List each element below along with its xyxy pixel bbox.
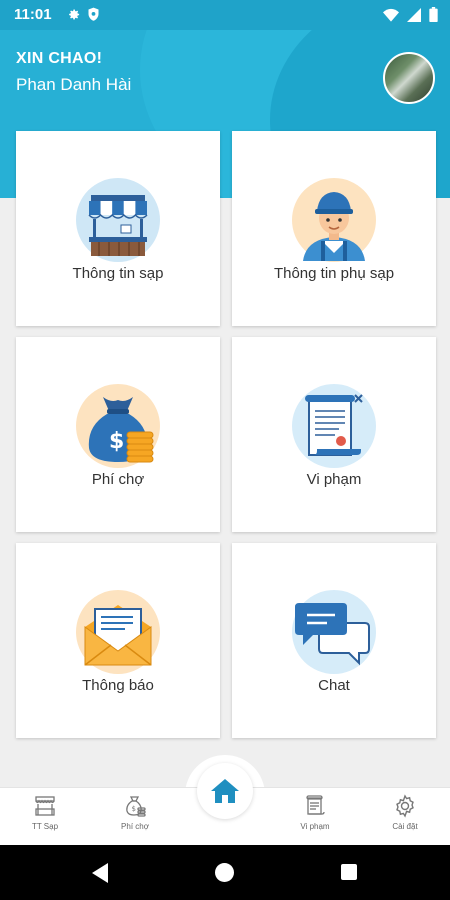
nav-label: Phí chợ	[121, 822, 149, 831]
document-icon	[306, 795, 325, 815]
home-button[interactable]	[197, 763, 253, 819]
nav-label: Vi phạm	[300, 822, 330, 831]
money-bag-icon: $	[76, 384, 160, 468]
menu-card-label: Thông báo	[82, 677, 154, 694]
menu-card-assistant-info[interactable]: Thông tin phụ sạp	[232, 131, 436, 326]
nav-label: TT Sạp	[31, 822, 59, 831]
system-navigation-bar	[0, 845, 450, 900]
back-icon[interactable]	[92, 863, 110, 883]
nav-item-settings[interactable]: Cài đặt	[370, 794, 440, 831]
nav-item-stall[interactable]: TT Sạp	[10, 794, 80, 831]
battery-icon	[429, 7, 438, 22]
greeting-text: XIN CHAO!	[16, 50, 103, 67]
menu-card-label: Vi phạm	[306, 471, 362, 488]
stall-icon	[35, 796, 55, 816]
menu-card-label: Phí chợ	[91, 471, 145, 488]
svg-text:$: $	[109, 429, 124, 454]
menu-card-chat[interactable]: Chat	[232, 543, 436, 738]
settings-status-icon	[69, 9, 80, 20]
status-bar: 11:01	[0, 0, 450, 30]
home-icon	[211, 779, 239, 803]
wifi-icon	[383, 8, 399, 22]
nav-label: Cài đặt	[392, 822, 418, 831]
avatar[interactable]	[383, 52, 435, 104]
assistant-person-icon	[292, 178, 376, 262]
status-time: 11:01	[14, 6, 52, 23]
mail-envelope-icon	[76, 590, 160, 674]
nav-item-market-fee[interactable]: $ Phí chợ	[100, 794, 170, 831]
user-name: Phan Danh Hài	[16, 75, 132, 94]
menu-card-violation[interactable]: Vi phạm	[232, 337, 436, 532]
market-stall-icon	[76, 178, 160, 262]
cell-signal-icon	[407, 7, 421, 22]
violation-scroll-icon	[292, 384, 376, 468]
menu-card-label: Thông tin sạp	[72, 265, 164, 282]
svg-text:$: $	[132, 805, 136, 813]
menu-card-label: Chat	[318, 677, 350, 694]
nav-item-violation[interactable]: Vi phạm	[280, 794, 350, 831]
menu-card-market-fee[interactable]: $ Phí chợ	[16, 337, 220, 532]
menu-card-stall-info[interactable]: Thông tin sạp	[16, 131, 220, 326]
money-bag-icon: $	[126, 796, 146, 817]
menu-card-label: Thông tin phụ sạp	[273, 265, 395, 282]
recent-apps-button[interactable]	[341, 864, 357, 880]
gear-icon	[396, 794, 414, 818]
shield-status-icon	[88, 7, 99, 21]
menu-card-notification[interactable]: Thông báo	[16, 543, 220, 738]
system-home-button[interactable]	[215, 863, 234, 882]
chat-bubbles-icon	[292, 590, 376, 674]
